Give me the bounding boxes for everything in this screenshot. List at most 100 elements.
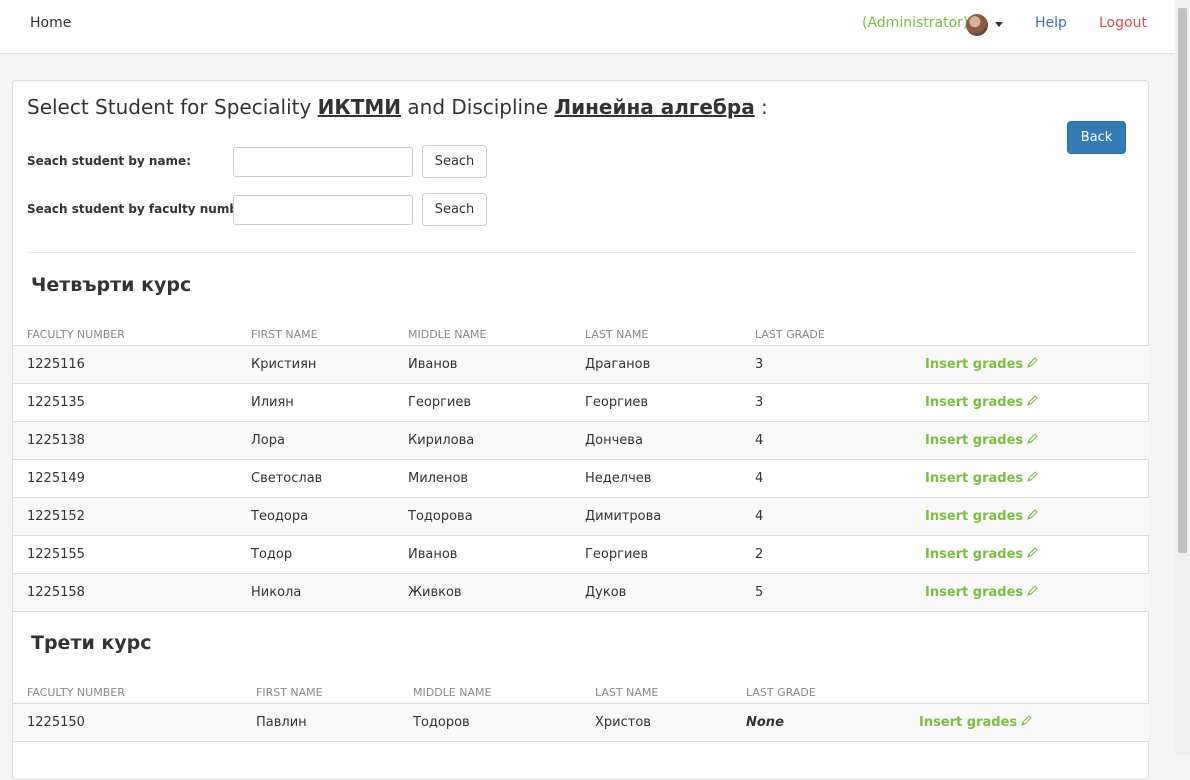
insert-grades-label: Insert grades	[925, 356, 1024, 372]
avatar[interactable]	[966, 14, 988, 36]
pencil-icon	[1026, 356, 1038, 369]
action-cell: Insert grades	[925, 459, 1149, 498]
scrollbar-thumb[interactable]	[1178, 8, 1187, 553]
search-name-input[interactable]	[233, 147, 413, 177]
table-row: 1225152 Теодора Тодорова Димитрова 4 Insert g…	[13, 497, 1149, 536]
middle-name-cell: Кирилова	[408, 421, 585, 460]
col-faculty-number: Faculty number	[13, 323, 251, 346]
middle-name-cell: Живков	[408, 573, 585, 612]
page-scrollbar[interactable]	[1175, 0, 1190, 755]
col-last-name: Last name	[585, 323, 755, 346]
search-number-label: Seach student by faculty number:	[27, 202, 257, 216]
action-cell: Insert grades	[925, 421, 1149, 460]
table-row: 1225116 Кристиян Иванов Драганов 3 Insert gra…	[13, 345, 1149, 384]
title-mid: and Discipline	[407, 95, 549, 119]
table-row: 1225138 Лора Кирилова Дончева 4 Insert grades	[13, 421, 1149, 460]
last-grade-cell: 4	[755, 459, 925, 498]
insert-grades-link[interactable]: Insert grades	[925, 509, 1038, 524]
pencil-icon	[1026, 584, 1038, 597]
insert-grades-link[interactable]: Insert grades	[925, 433, 1038, 448]
last-name-cell: Димитрова	[585, 497, 755, 536]
search-number-input[interactable]	[233, 195, 413, 225]
col-middle-name: Middle name	[408, 323, 585, 346]
faculty-number-cell: 1225152	[13, 497, 251, 536]
col-last-name: Last name	[595, 681, 746, 704]
title-suffix: :	[761, 95, 768, 119]
search-name-label: Seach student by name:	[27, 154, 191, 168]
navbar: Home (Administrator) Help Logout	[0, 0, 1175, 54]
table-row: 1225150 Павлин Тодоров Христов None Insert gr…	[13, 703, 1149, 742]
back-button[interactable]: Back	[1067, 121, 1126, 154]
insert-grades-label: Insert grades	[919, 714, 1018, 730]
search-number-button[interactable]: Seach	[422, 193, 487, 226]
insert-grades-link[interactable]: Insert grades	[925, 585, 1038, 600]
first-name-cell: Тодор	[251, 535, 408, 574]
insert-grades-label: Insert grades	[925, 432, 1024, 448]
faculty-number-cell: 1225150	[13, 703, 256, 742]
last-grade-cell: 2	[755, 535, 925, 574]
insert-grades-link[interactable]: Insert grades	[925, 547, 1038, 562]
last-name-cell: Георгиев	[585, 383, 755, 422]
col-action	[919, 681, 1149, 704]
col-faculty-number: Faculty number	[13, 681, 256, 704]
section-title: Четвърти курс	[31, 274, 192, 296]
first-name-cell: Кристиян	[251, 345, 408, 384]
page-title: Select Student for Speciality ИКТМИ and …	[27, 95, 768, 119]
main-panel: Select Student for Speciality ИКТМИ and …	[12, 80, 1149, 780]
last-name-cell: Христов	[595, 703, 746, 742]
middle-name-cell: Миленов	[408, 459, 585, 498]
nav-help-link[interactable]: Help	[1035, 15, 1067, 31]
pencil-icon	[1026, 394, 1038, 407]
first-name-cell: Лора	[251, 421, 408, 460]
middle-name-cell: Иванов	[408, 535, 585, 574]
insert-grades-label: Insert grades	[925, 546, 1024, 562]
last-grade-cell: 4	[755, 421, 925, 460]
action-cell: Insert grades	[925, 535, 1149, 574]
divider	[27, 252, 1136, 253]
caret-down-icon[interactable]	[995, 22, 1003, 27]
insert-grades-link[interactable]: Insert grades	[925, 471, 1038, 486]
faculty-number-cell: 1225138	[13, 421, 251, 460]
nav-logout-link[interactable]: Logout	[1099, 15, 1147, 31]
first-name-cell: Павлин	[256, 703, 413, 742]
students-table: Faculty number First name Middle name La…	[13, 681, 1149, 742]
faculty-number-cell: 1225116	[13, 345, 251, 384]
nav-home-link[interactable]: Home	[30, 15, 71, 31]
speciality-link[interactable]: ИКТМИ	[318, 95, 401, 119]
user-menu-toggle[interactable]: (Administrator)	[862, 15, 968, 31]
last-grade-cell: 3	[755, 383, 925, 422]
last-name-cell: Неделчев	[585, 459, 755, 498]
first-name-cell: Светослав	[251, 459, 408, 498]
col-action	[925, 323, 1149, 346]
pencil-icon	[1026, 546, 1038, 559]
col-last-grade: Last grade	[746, 681, 919, 704]
faculty-number-cell: 1225149	[13, 459, 251, 498]
last-grade-cell: 3	[755, 345, 925, 384]
search-name-button[interactable]: Seach	[422, 145, 487, 178]
last-name-cell: Дончева	[585, 421, 755, 460]
faculty-number-cell: 1225135	[13, 383, 251, 422]
middle-name-cell: Тодоров	[413, 703, 595, 742]
col-last-grade: Last grade	[755, 323, 925, 346]
last-name-cell: Драганов	[585, 345, 755, 384]
discipline-link[interactable]: Линейна алгебра	[554, 95, 754, 119]
insert-grades-link[interactable]: Insert grades	[919, 715, 1032, 730]
table-row: 1225155 Тодор Иванов Георгиев 2 Insert grades	[13, 535, 1149, 574]
col-first-name: First name	[256, 681, 413, 704]
insert-grades-link[interactable]: Insert grades	[925, 357, 1038, 372]
action-cell: Insert grades	[925, 497, 1149, 536]
last-grade-cell: 4	[755, 497, 925, 536]
table-row: 1225149 Светослав Миленов Неделчев 4 Insert g…	[13, 459, 1149, 498]
first-name-cell: Теодора	[251, 497, 408, 536]
table-row: 1225158 Никола Живков Дуков 5 Insert grades	[13, 573, 1149, 612]
pencil-icon	[1026, 470, 1038, 483]
insert-grades-link[interactable]: Insert grades	[925, 395, 1038, 410]
col-first-name: First name	[251, 323, 408, 346]
insert-grades-label: Insert grades	[925, 470, 1024, 486]
middle-name-cell: Тодорова	[408, 497, 585, 536]
table-row: 1225135 Илиян Георгиев Георгиев 3 Insert grad…	[13, 383, 1149, 422]
insert-grades-label: Insert grades	[925, 584, 1024, 600]
pencil-icon	[1026, 508, 1038, 521]
action-cell: Insert grades	[925, 573, 1149, 612]
title-prefix: Select Student for Speciality	[27, 95, 312, 119]
